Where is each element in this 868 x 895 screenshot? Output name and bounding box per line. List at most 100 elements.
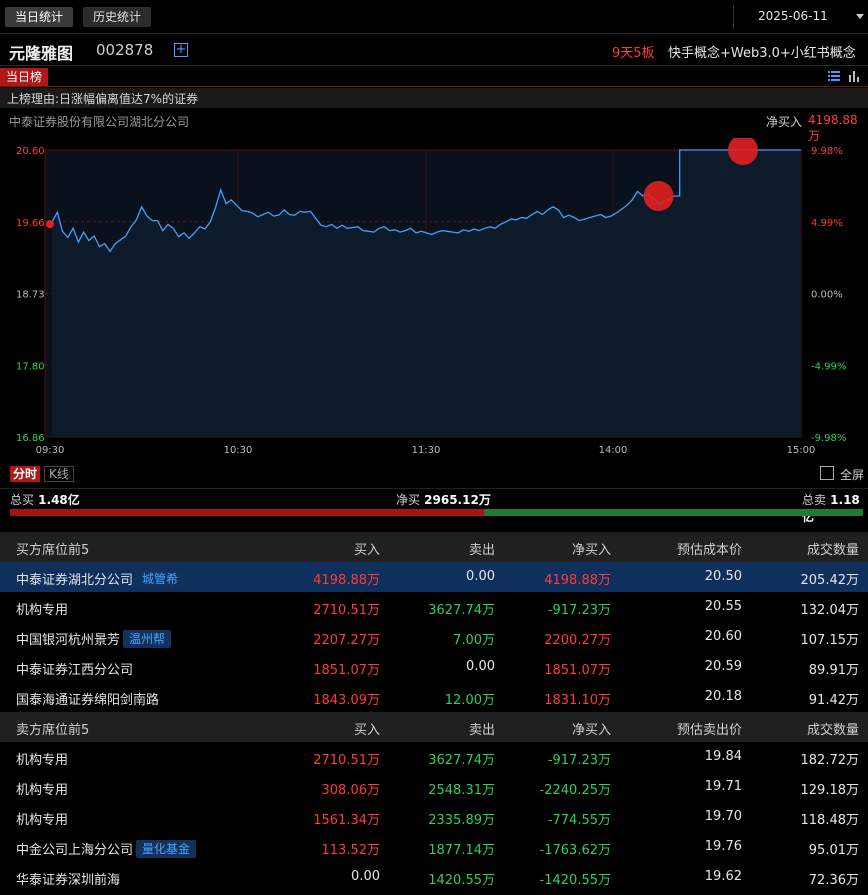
- net-buy-amount: -2240.25万: [540, 779, 611, 798]
- concept-tags[interactable]: 快手概念+Web3.0+小红书概念: [668, 42, 868, 61]
- header-sell[interactable]: 卖出: [469, 719, 495, 738]
- est-price-text: 19.76: [704, 839, 742, 854]
- net-buy-amount-text: -917.23万: [547, 753, 611, 768]
- list-view-icon[interactable]: [828, 70, 840, 82]
- est-price-text: 19.71: [704, 779, 742, 794]
- header-est-sell[interactable]: 预估卖出价: [677, 719, 742, 738]
- est-price: 20.18: [705, 689, 742, 704]
- net-buy-amount: 4198.88万: [544, 569, 611, 588]
- est-price: 19.84: [705, 749, 742, 764]
- table-row[interactable]: 国泰海通证券绵阳剑南路 1843.09万 12.00万 1831.10万 20.18 91…: [0, 682, 868, 712]
- table-row[interactable]: 机构专用 2710.51万 3627.74万 -917.23万 19.84 182.72万: [0, 742, 868, 772]
- seat-name[interactable]: 机构专用: [16, 809, 68, 828]
- tab-today-stats[interactable]: 当日统计: [5, 7, 74, 27]
- header-est-cost[interactable]: 预估成本价: [677, 539, 742, 558]
- table-row[interactable]: 机构专用 1561.34万 2335.89万 -774.55万 19.70 118.48万: [0, 802, 868, 832]
- date-select[interactable]: 2025-06-11: [733, 5, 868, 29]
- tab-kline[interactable]: K线: [44, 466, 74, 482]
- volume: 118.48万: [801, 809, 860, 828]
- volume-text: 132.04万: [800, 603, 860, 618]
- tab-history-stats[interactable]: 历史统计: [83, 7, 152, 27]
- fullscreen-icon[interactable]: [820, 466, 834, 480]
- buy-amount: 308.06万: [322, 779, 381, 798]
- open-marker: [46, 220, 54, 229]
- sell-amount: 12.00万: [445, 689, 495, 708]
- fullscreen-label[interactable]: 全屏: [840, 466, 864, 483]
- total-buy-label: 总买: [10, 493, 35, 507]
- bar-chart-icon[interactable]: [848, 70, 860, 82]
- volume: 132.04万: [801, 599, 860, 618]
- x-tick-time: 15:00: [787, 445, 816, 456]
- intraday-chart[interactable]: 20.60 19.66 18.73 17.80 16.86 9.98% 4.99% 0.00…: [0, 138, 868, 463]
- buy-amount: 113.52万: [322, 839, 381, 858]
- net-buy-amount: 1831.10万: [544, 689, 611, 708]
- seat-tag[interactable]: 城管希: [136, 570, 185, 588]
- sell-amount: 0.00: [466, 569, 495, 584]
- seat-name[interactable]: 中泰证券江西分公司: [16, 659, 133, 678]
- add-watchlist-button[interactable]: +: [174, 43, 188, 57]
- net-buy-amount-text: 1831.10万: [544, 693, 611, 708]
- seat-name[interactable]: 华泰证券深圳前海: [16, 869, 120, 888]
- est-price: 20.50: [705, 569, 742, 584]
- buy-sell-ratio-bar: [10, 509, 863, 516]
- seat-name[interactable]: 中泰证券湖北分公司 城管希: [16, 569, 185, 588]
- tab-today-rank[interactable]: 当日榜: [0, 68, 49, 86]
- est-price-text: 20.55: [704, 599, 742, 614]
- table-row[interactable]: 机构专用 308.06万 2548.31万 -2240.25万 19.71 129.18万: [0, 772, 868, 802]
- net-buy-amount-text: -1420.55万: [539, 873, 611, 888]
- stock-name[interactable]: 元隆雅图: [9, 40, 73, 64]
- seat-name[interactable]: 机构专用: [16, 599, 68, 618]
- volume: 91.42万: [809, 689, 859, 708]
- buy-amount-text: 113.52万: [321, 843, 381, 858]
- buy-amount: 4198.88万: [313, 569, 380, 588]
- tab-intraday[interactable]: 分时: [10, 466, 41, 482]
- sell-amount-text: 2548.31万: [428, 783, 495, 798]
- header-sell-seats: 卖方席位前5: [16, 723, 90, 738]
- est-price: 19.70: [705, 809, 742, 824]
- header-buy[interactable]: 买入: [354, 539, 380, 558]
- header-volume[interactable]: 成交数量: [807, 719, 859, 738]
- net-buy-amount-text: -1763.62万: [539, 843, 611, 858]
- y-tick-percent: 9.98%: [811, 146, 843, 157]
- volume-text: 72.36万: [808, 873, 859, 888]
- sell-amount-text: 1877.14万: [428, 843, 495, 858]
- table-row[interactable]: 中泰证券江西分公司 1851.07万 0.00 1851.07万 20.59 89.91万: [0, 652, 868, 682]
- net-buy-amount: -1420.55万: [540, 869, 611, 888]
- total-sell-label: 总卖: [802, 493, 827, 507]
- date-value: 2025-06-11: [758, 9, 828, 23]
- volume: 72.36万: [809, 869, 859, 888]
- y-tick-price: 19.66: [16, 218, 45, 229]
- header-net-buy[interactable]: 净买入: [572, 539, 611, 558]
- volume-text: 118.48万: [800, 813, 860, 828]
- chevron-down-icon: [856, 14, 864, 19]
- trade-marker[interactable]: [643, 181, 674, 212]
- seat-name[interactable]: 中金公司上海分公司 量化基金: [16, 839, 197, 858]
- seat-name-text: 中金公司上海分公司: [16, 843, 134, 858]
- totals-row: 总买 1.48亿 净买 2965.12万 总卖 1.18亿: [0, 488, 868, 524]
- seat-name[interactable]: 中国银河杭州景芳 温州帮: [16, 629, 172, 648]
- seat-name[interactable]: 机构专用: [16, 779, 68, 798]
- chart-mode-bar: 分时 K线 全屏: [0, 464, 868, 484]
- buy-amount-text: 0.00: [351, 869, 380, 884]
- seat-name[interactable]: 机构专用: [16, 749, 68, 768]
- header-volume[interactable]: 成交数量: [807, 539, 859, 558]
- y-axis-percent: 9.98% 4.99% 0.00% -4.99% -9.98%: [811, 146, 846, 444]
- seat-tag[interactable]: 量化基金: [136, 840, 197, 858]
- volume: 107.15万: [801, 629, 860, 648]
- header-net-buy[interactable]: 净买入: [572, 719, 611, 738]
- y-tick-price: 18.73: [16, 290, 45, 301]
- table-row[interactable]: 中金公司上海分公司 量化基金 113.52万 1877.14万 -1763.62万 19.…: [0, 832, 868, 862]
- table-row[interactable]: 中泰证券湖北分公司 城管希 4198.88万 0.00 4198.88万 20.50 205…: [0, 562, 868, 592]
- table-row[interactable]: 机构专用 2710.51万 3627.74万 -917.23万 20.55 132.04万: [0, 592, 868, 622]
- header-buy[interactable]: 买入: [354, 719, 380, 738]
- table-row[interactable]: 中国银河杭州景芳 温州帮 2207.27万 7.00万 2200.27万 20.60 107…: [0, 622, 868, 652]
- volume-text: 91.42万: [808, 693, 859, 708]
- header-sell[interactable]: 卖出: [469, 539, 495, 558]
- seat-name[interactable]: 国泰海通证券绵阳剑南路: [16, 689, 159, 708]
- net-buy-amount-text: -2240.25万: [539, 783, 611, 798]
- table-row[interactable]: 华泰证券深圳前海 0.00 1420.55万 -1420.55万 19.62 72.36万: [0, 862, 868, 892]
- volume: 95.01万: [809, 839, 859, 858]
- buy-amount: 2710.51万: [313, 599, 380, 618]
- total-buy-value: 1.48亿: [38, 493, 80, 507]
- seat-tag[interactable]: 温州帮: [123, 630, 172, 648]
